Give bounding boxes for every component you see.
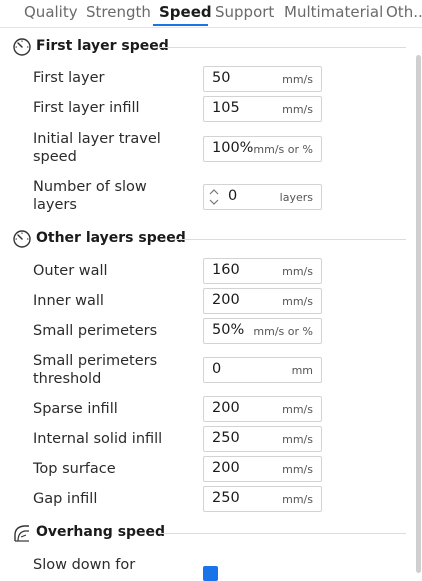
gap-infill-speed-field[interactable]: 250 mm/s xyxy=(203,486,322,512)
field-unit: mm/s xyxy=(282,73,313,86)
field-value[interactable]: 200 xyxy=(212,460,240,476)
small-perimeters-threshold-field[interactable]: 0 mm xyxy=(203,357,322,383)
speedometer-icon xyxy=(13,38,31,56)
label-number-of-slow-layers-line2: layers xyxy=(33,197,77,213)
field-unit: mm/s xyxy=(282,433,313,446)
tab-others[interactable]: Oth... xyxy=(386,3,422,21)
tab-strength[interactable]: Strength xyxy=(86,3,151,21)
label-small-perimeters-threshold-line1: Small perimeters xyxy=(33,353,158,369)
label-slow-down-for-overhang: Slow down for xyxy=(33,557,136,573)
tab-quality[interactable]: Quality xyxy=(24,3,78,21)
first-layer-speed-field[interactable]: 50 mm/s xyxy=(203,66,322,92)
first-layer-infill-speed-field[interactable]: 105 mm/s xyxy=(203,96,322,122)
speedometer-icon xyxy=(13,230,31,248)
small-perimeters-speed-field[interactable]: 50% mm/s or % xyxy=(203,318,322,344)
section-title: Other layers speed xyxy=(36,230,186,246)
label-number-of-slow-layers-line1: Number of slow xyxy=(33,179,147,195)
field-unit: mm/s or % xyxy=(253,143,313,156)
field-value[interactable]: 200 xyxy=(212,400,240,416)
initial-layer-travel-speed-field[interactable]: 100% mm/s or % xyxy=(203,136,322,162)
label-inner-wall: Inner wall xyxy=(33,293,104,309)
section-title: First layer speed xyxy=(36,38,169,54)
field-value[interactable]: 250 xyxy=(212,490,240,506)
section-divider xyxy=(175,239,406,240)
slow-layers-spinner[interactable]: 0 layers xyxy=(203,184,322,210)
sparse-infill-speed-field[interactable]: 200 mm/s xyxy=(203,396,322,422)
label-initial-layer-travel-speed-line2: speed xyxy=(33,149,77,165)
tab-speed[interactable]: Speed xyxy=(159,3,212,21)
field-value[interactable]: 200 xyxy=(212,292,240,308)
overhang-icon xyxy=(14,525,29,542)
label-initial-layer-travel-speed-line1: Initial layer travel xyxy=(33,131,161,147)
label-sparse-infill: Sparse infill xyxy=(33,401,118,417)
field-unit: mm/s xyxy=(282,295,313,308)
slow-down-overhang-checkbox[interactable] xyxy=(203,566,218,581)
field-value[interactable]: 0 xyxy=(212,361,221,377)
label-small-perimeters: Small perimeters xyxy=(33,323,158,339)
settings-tabbar: Quality Strength Speed Support Multimate… xyxy=(0,0,422,28)
section-divider xyxy=(160,47,406,48)
field-unit: mm/s or % xyxy=(253,325,313,338)
spinner-arrows-icon[interactable] xyxy=(208,187,220,207)
field-unit: mm/s xyxy=(282,265,313,278)
tab-support[interactable]: Support xyxy=(215,3,274,21)
field-unit: mm xyxy=(291,364,313,377)
label-internal-solid-infill: Internal solid infill xyxy=(33,431,163,447)
inner-wall-speed-field[interactable]: 200 mm/s xyxy=(203,288,322,314)
label-first-layer: First layer xyxy=(33,70,105,86)
section-divider xyxy=(158,533,406,534)
field-value[interactable]: 50% xyxy=(212,322,244,338)
label-small-perimeters-threshold-line2: threshold xyxy=(33,371,102,387)
top-surface-speed-field[interactable]: 200 mm/s xyxy=(203,456,322,482)
field-unit: mm/s xyxy=(282,463,313,476)
field-value[interactable]: 105 xyxy=(212,100,240,116)
label-outer-wall: Outer wall xyxy=(33,263,108,279)
field-value[interactable]: 250 xyxy=(212,430,240,446)
field-value[interactable]: 0 xyxy=(228,188,237,204)
label-first-layer-infill: First layer infill xyxy=(33,100,140,116)
active-tab-indicator xyxy=(153,24,208,26)
label-top-surface: Top surface xyxy=(33,461,116,477)
field-unit: mm/s xyxy=(282,403,313,416)
field-unit: mm/s xyxy=(282,493,313,506)
field-unit: layers xyxy=(279,191,313,204)
field-value[interactable]: 50 xyxy=(212,70,230,86)
label-gap-infill: Gap infill xyxy=(33,491,98,507)
field-value[interactable]: 160 xyxy=(212,262,240,278)
tab-multimaterial[interactable]: Multimaterial xyxy=(284,3,383,21)
field-value[interactable]: 100% xyxy=(212,140,253,156)
outer-wall-speed-field[interactable]: 160 mm/s xyxy=(203,258,322,284)
scrollbar-thumb[interactable] xyxy=(416,55,421,573)
section-title: Overhang speed xyxy=(36,524,166,540)
internal-solid-infill-speed-field[interactable]: 250 mm/s xyxy=(203,426,322,452)
field-unit: mm/s xyxy=(282,103,313,116)
